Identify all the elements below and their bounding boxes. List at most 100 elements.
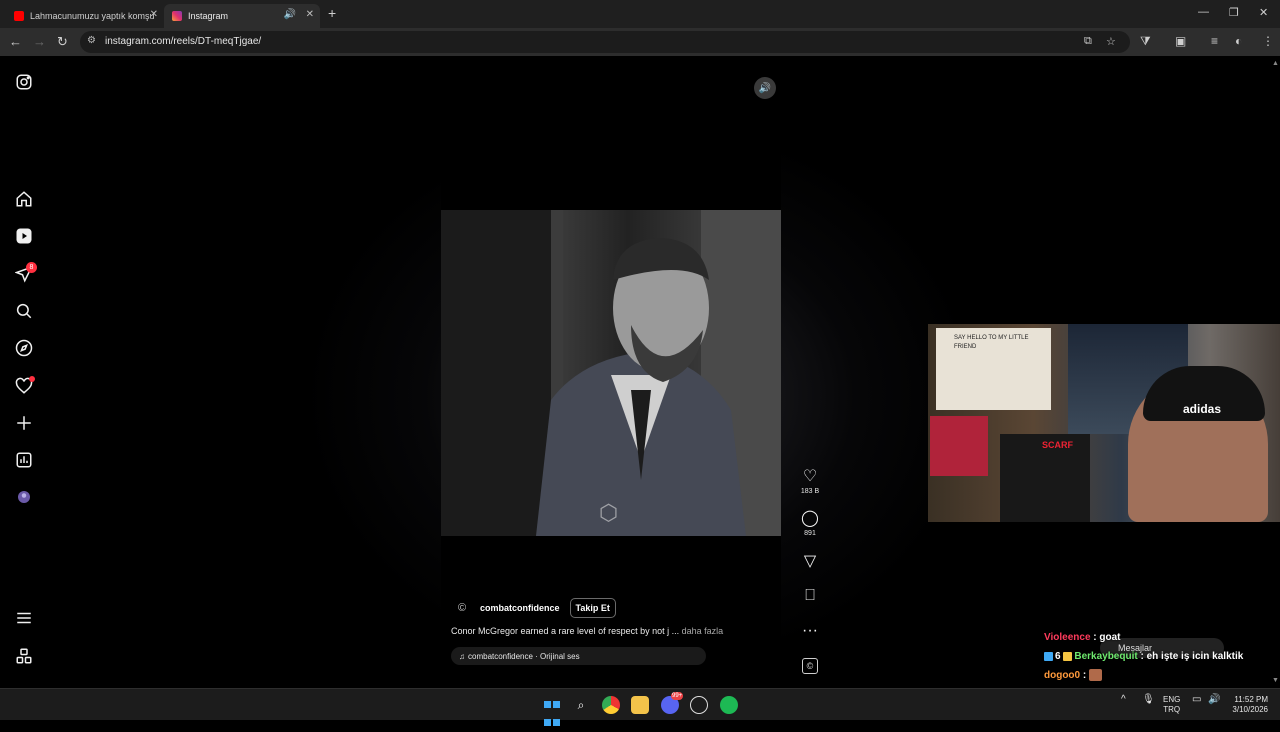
discord-badge: 99+	[671, 692, 684, 700]
profile-avatar-icon[interactable]: ◐	[1235, 34, 1242, 48]
minimize-icon[interactable]: —	[1198, 6, 1209, 18]
chat-line: dogoo0 :	[1044, 666, 1280, 685]
tab-youtube[interactable]: Lahmacunumuzu yaptık komşu ✕	[6, 4, 164, 28]
reels-icon[interactable]	[15, 227, 33, 245]
tab-audio-icon[interactable]: 🔊	[284, 9, 296, 20]
tab-title: Instagram	[188, 11, 229, 21]
comment-count: 891	[804, 530, 816, 537]
wall-poster: SAY HELLO TO MY LITTLE FRIEND	[936, 328, 1051, 410]
explore-icon[interactable]	[15, 339, 33, 357]
like-button[interactable]: ♡ 183 B	[797, 468, 823, 495]
instagram-icon	[172, 11, 182, 21]
more-options-button[interactable]: ···	[797, 622, 823, 640]
forward-icon[interactable]: →	[33, 34, 46, 49]
author-avatar[interactable]: ©	[451, 597, 473, 619]
reload-icon[interactable]: ↻	[57, 34, 68, 50]
also-from-meta-icon[interactable]	[15, 647, 33, 665]
close-tab-icon[interactable]: ✕	[306, 9, 314, 20]
file-explorer-icon[interactable]	[631, 696, 649, 714]
url-text[interactable]: instagram.com/reels/DT-meqTjgae/	[105, 36, 261, 47]
chat-line: 6 Berkaybequit : eh işte iş icin kalktik	[1044, 647, 1280, 666]
restore-icon[interactable]: ❐	[1229, 6, 1239, 19]
reel-video[interactable]: ⬡	[441, 210, 781, 536]
tab-instagram[interactable]: Instagram 🔊 ✕	[164, 4, 320, 28]
bookmark-icon: ⎕	[805, 587, 815, 604]
windows-taskbar: ⌕ 99+ ^ 🎙 ENG TRQ ▭ 🔊 11:52 PM 3/10/2026	[0, 688, 1280, 726]
obs-icon[interactable]	[690, 696, 708, 714]
browser-tab-bar: Lahmacunumuzu yaptık komşu ✕ Instagram 🔊…	[0, 0, 1280, 28]
chat-separator: :	[1080, 670, 1089, 681]
volume-icon[interactable]: 🔊	[754, 77, 776, 99]
chat-username: Berkaybequit	[1074, 651, 1138, 662]
original-audio-thumbnail[interactable]: ©	[802, 658, 818, 674]
create-plus-icon[interactable]	[15, 414, 33, 432]
reading-list-icon[interactable]: ≡	[1211, 34, 1218, 48]
tray-chevron-icon[interactable]: ^	[1121, 695, 1126, 705]
watermark-logo-icon: ⬡	[599, 500, 619, 525]
tab-title: Lahmacunumuzu yaptık komşu	[30, 11, 155, 21]
clock-time: 11:52 PM	[1234, 695, 1268, 704]
taskbar-search-icon[interactable]: ⌕	[572, 696, 590, 714]
side-panel-icon[interactable]: ▣	[1175, 34, 1186, 48]
youtube-icon	[14, 11, 24, 21]
red-poster	[930, 416, 988, 476]
discord-icon[interactable]: 99+	[661, 692, 684, 714]
audio-label: combatconfidence · Orijinal ses	[468, 651, 580, 661]
back-icon[interactable]: ←	[9, 34, 22, 49]
language-indicator[interactable]: ENG TRQ	[1163, 695, 1180, 715]
chrome-icon[interactable]	[602, 696, 620, 714]
chat-line: Violeence : goat	[1044, 628, 1280, 647]
caption-text: Conor McGregor earned a rare level of re…	[451, 626, 680, 636]
reel-container[interactable]: 🔊 ⬡ © combatconfidence Takip Et Conor Mc…	[441, 70, 781, 676]
install-app-icon[interactable]: ⧉	[1084, 35, 1092, 48]
emote-icon	[1089, 669, 1102, 682]
video-frame-illustration	[441, 210, 781, 536]
chat-username: Violeence	[1044, 632, 1091, 643]
comment-button[interactable]: ◯ 891	[797, 510, 823, 537]
chat-separator: :	[1137, 651, 1147, 662]
home-icon[interactable]	[15, 190, 33, 208]
microphone-icon[interactable]: 🎙	[1142, 695, 1155, 705]
clock[interactable]: 11:52 PM 3/10/2026	[1228, 695, 1268, 715]
speaker-icon[interactable]: 🔊	[1208, 695, 1220, 705]
more-menu-icon[interactable]	[15, 609, 33, 627]
search-icon[interactable]	[15, 302, 33, 320]
spotify-icon[interactable]	[720, 696, 738, 714]
menu-kebab-icon[interactable]: ⋮	[1262, 34, 1274, 48]
close-tab-icon[interactable]: ✕	[150, 9, 158, 20]
dashboard-icon[interactable]	[15, 451, 33, 469]
extensions-icon[interactable]: ⧩	[1140, 34, 1151, 49]
more-link[interactable]: daha fazla	[682, 626, 724, 636]
reel-caption: Conor McGregor earned a rare level of re…	[451, 626, 723, 636]
new-tab-icon[interactable]: +	[328, 5, 336, 21]
follow-button[interactable]: Takip Et	[569, 598, 616, 618]
scarface-poster: SCARF	[1000, 434, 1090, 522]
clock-date: 3/10/2026	[1232, 705, 1268, 714]
heart-icon: ♡	[802, 468, 818, 485]
network-icon[interactable]: ▭	[1192, 695, 1201, 705]
instagram-logo-icon[interactable]	[15, 73, 33, 91]
save-button[interactable]: ⎕	[797, 587, 823, 605]
share-button[interactable]: ▽	[797, 553, 823, 571]
music-note-icon: ♫	[459, 651, 465, 661]
notification-dot	[29, 376, 35, 382]
bookmark-star-icon[interactable]: ☆	[1106, 35, 1116, 48]
scroll-up-icon[interactable]: ▲	[1272, 60, 1279, 67]
subscriber-badge-icon	[1044, 651, 1053, 661]
close-window-icon[interactable]: ✕	[1259, 6, 1268, 19]
like-count: 183 B	[800, 488, 820, 495]
badge-number: 6	[1055, 651, 1061, 662]
audio-attribution[interactable]: ♫ combatconfidence · Orijinal ses	[451, 647, 706, 665]
poster-title: SCARF	[1042, 440, 1073, 450]
chat-username: dogoo0	[1044, 670, 1081, 681]
profile-avatar-icon[interactable]	[15, 488, 33, 506]
chat-message: goat	[1099, 632, 1121, 643]
poster-text: SAY HELLO TO MY LITTLE FRIEND	[954, 335, 1029, 350]
author-username[interactable]: combatconfidence	[480, 603, 560, 613]
start-windows-icon[interactable]	[543, 696, 561, 726]
gift-badge-icon	[1063, 651, 1073, 661]
omnibox[interactable]: ⚙ instagram.com/reels/DT-meqTjgae/ ⧉ ☆	[80, 31, 1130, 53]
site-info-icon[interactable]: ⚙	[87, 35, 96, 46]
instagram-page: 8 🔊 ⬡ © combatconfidence Takip Et Conor …	[0, 56, 1280, 688]
share-icon: ▽	[803, 553, 817, 570]
